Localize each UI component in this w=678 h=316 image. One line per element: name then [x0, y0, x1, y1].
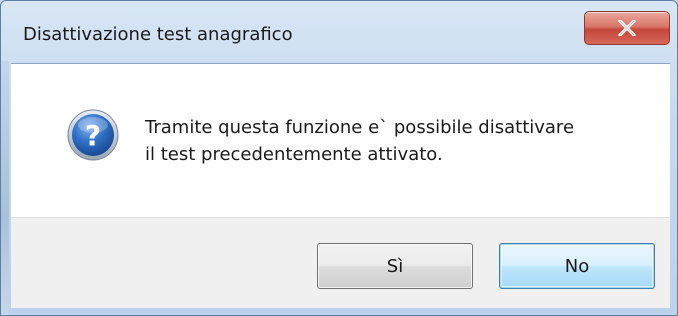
message-line-1: Tramite questa funzione e` possibile dis… — [145, 117, 575, 138]
no-button[interactable]: No — [499, 243, 655, 289]
dialog-title: Disattivazione test anagrafico — [23, 24, 293, 45]
dialog-window: Disattivazione test anagrafico ? Tramite… — [0, 0, 678, 316]
close-button[interactable] — [584, 11, 670, 45]
svg-text:?: ? — [85, 119, 101, 152]
yes-button[interactable]: Sì — [317, 243, 473, 289]
question-icon: ? — [67, 109, 119, 161]
dialog-message: Tramite questa funzione e` possibile dis… — [145, 114, 574, 168]
close-icon — [618, 20, 636, 36]
message-line-2: il test precedentemente attivato. — [145, 144, 443, 165]
button-panel: Sì No — [11, 217, 670, 308]
title-bar[interactable]: Disattivazione test anagrafico — [1, 1, 677, 63]
dialog-content: ? Tramite questa funzione e` possibile d… — [11, 63, 670, 218]
